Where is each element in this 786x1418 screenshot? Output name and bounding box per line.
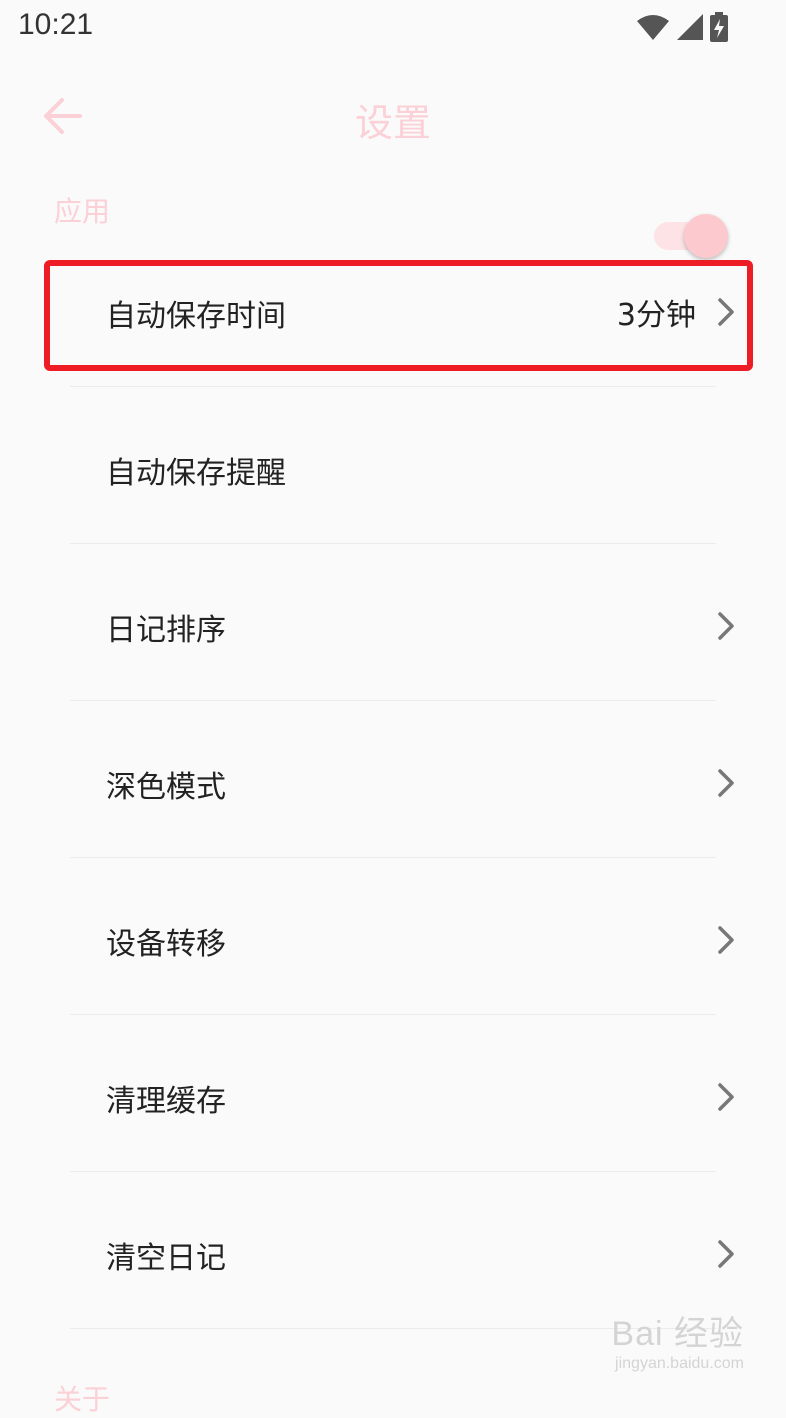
watermark-url: jingyan.baidu.com (615, 1355, 744, 1372)
row-label: 自动保存提醒 (106, 456, 286, 491)
section-label: 应用 (54, 195, 111, 228)
chevron-right-icon (718, 769, 734, 797)
status-time: 10:21 (18, 8, 94, 41)
chevron-right-icon (718, 612, 734, 640)
row-label: 深色模式 (106, 770, 226, 805)
chevron-right-icon (718, 926, 734, 954)
status-bar: 10:21 (0, 0, 786, 56)
row-label: 自动保存时间 (106, 299, 286, 334)
auto-save-reminder-toggle[interactable] (650, 214, 730, 258)
row-label: 日记排序 (106, 613, 226, 648)
setting-clear-cache[interactable]: 清理缓存 (0, 1015, 786, 1172)
battery-charging-icon (710, 12, 728, 42)
chevron-right-icon (718, 1240, 734, 1268)
setting-diary-sort[interactable]: 日记排序 (0, 544, 786, 701)
toggle-thumb (684, 214, 728, 258)
app-bar: 设置 (0, 72, 786, 162)
chevron-right-icon (718, 1083, 734, 1111)
row-label: 清理缓存 (106, 1084, 226, 1119)
watermark: Bai 经验 jingyan.baidu.com (611, 1306, 744, 1373)
wifi-icon (637, 15, 669, 40)
setting-dark-mode[interactable]: 深色模式 (0, 701, 786, 858)
watermark-logo: Bai 经验 (611, 1315, 744, 1353)
row-label: 设备转移 (106, 927, 226, 962)
row-value: 3分钟 (616, 298, 696, 333)
setting-auto-save-reminder[interactable]: 自动保存提醒 (0, 387, 786, 544)
settings-list: 自动保存时间 3分钟 自动保存提醒 日记排序 深色模式 设备转移 清理缓存 清空… (0, 230, 786, 1329)
setting-device-transfer[interactable]: 设备转移 (0, 858, 786, 1015)
row-label: 清空日记 (106, 1241, 226, 1276)
signal-icon (677, 14, 703, 40)
section-label-about: 关于 (54, 1383, 111, 1416)
page-title: 设置 (354, 101, 431, 145)
chevron-right-icon (718, 298, 734, 326)
status-icons (636, 12, 728, 42)
